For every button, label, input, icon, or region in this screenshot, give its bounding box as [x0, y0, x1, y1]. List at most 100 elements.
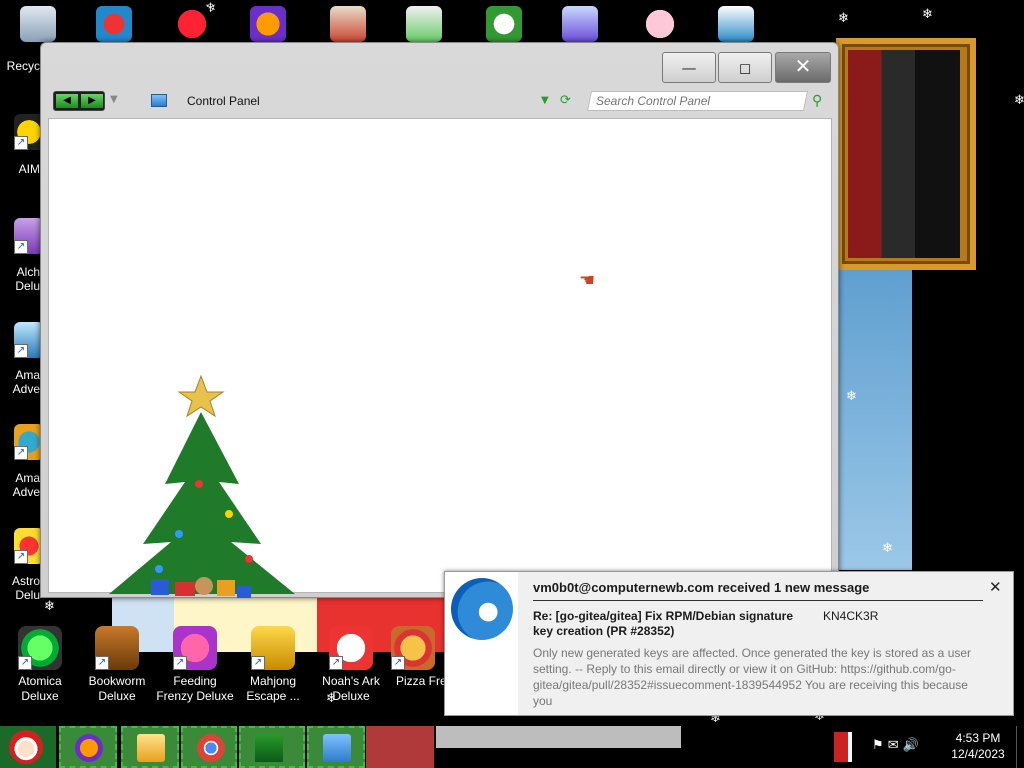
tray-flag-icon[interactable]	[834, 732, 852, 762]
nav-buttons: ◀ ▶	[53, 91, 105, 111]
desktop-icon-label: Alch	[16, 265, 40, 279]
taskbar-chrome[interactable]	[181, 726, 237, 768]
notepad-icon[interactable]	[406, 6, 442, 42]
noahs-ark-icon: ↗	[329, 626, 373, 670]
shortcut-arrow-icon: ↗	[329, 656, 343, 670]
message-subject[interactable]: Re: [go-gitea/gitea] Fix RPM/Debian sign…	[533, 609, 803, 639]
desktop-icon-label: Ama	[15, 368, 40, 382]
shrine-icon[interactable]	[330, 6, 366, 42]
taskbar-control-panel[interactable]	[307, 726, 365, 768]
desktop-icon-label: Pizza Fren	[396, 674, 446, 688]
christmas-tree-image	[109, 374, 295, 598]
firefox-icon	[75, 734, 103, 762]
address-bar-location[interactable]: Control Panel	[187, 94, 260, 108]
desktop-icon-pizza-frenzy[interactable]: ↗ Pizza Fren	[380, 626, 446, 689]
taskbar-app-bar[interactable]	[436, 726, 681, 748]
forward-button[interactable]: ▶	[81, 94, 103, 108]
photo-image	[848, 50, 960, 258]
santa-start-icon	[9, 730, 43, 764]
control-panel-icon	[151, 94, 167, 107]
taskbar: ⚑ ✉ 🔊 4:53 PM 12/4/2023	[0, 726, 1024, 768]
taskbar-christmas-tree[interactable]	[239, 726, 305, 768]
snowflake: ❄	[882, 541, 893, 556]
desktop-icon-feeding-frenzy[interactable]: ↗ Feeding Frenzy Deluxe	[155, 626, 235, 704]
desktop-icon-label: Delu	[15, 588, 40, 602]
app-icon-1[interactable]	[96, 6, 132, 42]
desktop-icon-bookworm[interactable]: ↗ Bookworm Deluxe	[77, 626, 157, 704]
desktop-icon-mahjong-escape[interactable]: ↗ Mahjong Escape ...	[233, 626, 313, 704]
minimize-icon: —	[681, 59, 697, 77]
search-input[interactable]	[596, 93, 796, 109]
taskbar-firefox[interactable]	[59, 726, 117, 768]
message-preview: Only new generated keys are affected. On…	[533, 646, 972, 708]
desktop-icon-label: Adve	[12, 485, 40, 499]
feeding-frenzy-icon: ↗	[173, 626, 217, 670]
window-icon[interactable]	[718, 6, 754, 42]
shortcut-arrow-icon: ↗	[14, 240, 28, 254]
maximize-icon: ◻	[738, 59, 752, 77]
minimize-button[interactable]: —	[662, 52, 716, 83]
firefox-icon[interactable]	[250, 6, 286, 42]
pizza-frenzy-icon: ↗	[391, 626, 435, 670]
desktop-icon-label: Atomica Deluxe	[18, 674, 62, 703]
recent-pages-dropdown-icon[interactable]: ▼	[110, 94, 118, 105]
snowflake: ❄	[1014, 93, 1024, 108]
desktop-icon-label: Noah's Ark Deluxe	[322, 674, 380, 703]
control-panel-window[interactable]: — ◻ ✕ ◀ ▶ ▼ Control Panel ▼ ⟳ ⚲	[40, 42, 839, 598]
shortcut-arrow-icon: ↗	[251, 656, 265, 670]
tree-ornament	[175, 530, 183, 538]
shortcut-arrow-icon: ↗	[95, 656, 109, 670]
mahjong-escape-icon: ↗	[251, 626, 295, 670]
control-panel-icon	[323, 734, 351, 762]
search-box[interactable]	[586, 91, 809, 111]
refresh-icon[interactable]: ⟳	[560, 93, 571, 108]
shortcut-arrow-icon: ↗	[14, 550, 28, 564]
shortcut-arrow-icon: ↗	[173, 656, 187, 670]
clock-time[interactable]: 4:53 PM	[945, 731, 1011, 745]
notification-divider	[533, 600, 983, 601]
cocktail-icon[interactable]	[562, 6, 598, 42]
notification-icon-area	[445, 572, 518, 715]
tree-icon	[255, 734, 283, 762]
tree-body	[109, 412, 295, 594]
app-icon-2[interactable]	[174, 6, 210, 42]
close-icon: ✕	[794, 54, 812, 78]
desktop-icon-label: Bookworm Deluxe	[88, 674, 146, 703]
start-button[interactable]	[0, 726, 56, 768]
close-button[interactable]: ✕	[775, 52, 831, 83]
flowers-icon[interactable]	[486, 6, 522, 42]
mail-notification[interactable]: vm0b0t@computernewb.com received 1 new m…	[444, 571, 1014, 716]
chrome-icon	[197, 734, 225, 762]
bookworm-icon: ↗	[95, 626, 139, 670]
blossom-icon[interactable]	[642, 6, 678, 42]
taskbar-file-explorer[interactable]	[121, 726, 179, 768]
desktop-icon-label: Recyc	[6, 59, 40, 73]
notification-close-button[interactable]: ✕	[989, 578, 1002, 596]
clock-date[interactable]: 12/4/2023	[945, 747, 1011, 761]
winter-wallpaper: ❄ ❄	[838, 270, 912, 570]
shortcut-arrow-icon: ↗	[14, 136, 28, 150]
snowflake: ❄	[922, 7, 933, 22]
desktop-icon-label: Mahjong Escape ...	[246, 674, 300, 703]
desktop-icon-noahs-ark[interactable]: ↗ Noah's Ark Deluxe	[311, 626, 391, 704]
taskbar-app[interactable]	[366, 726, 434, 768]
desktop-icon-label: Astro	[11, 574, 40, 588]
shortcut-arrow-icon: ↗	[391, 656, 405, 670]
gift-box	[217, 580, 235, 596]
tree-ornament	[245, 555, 253, 563]
recycle-bin-icon[interactable]	[20, 6, 56, 42]
desktop-icon-label: Delu	[15, 279, 40, 293]
back-button[interactable]: ◀	[56, 94, 78, 108]
show-desktop-button[interactable]	[1016, 726, 1024, 768]
message-sender: KN4CK3R	[823, 609, 879, 623]
notification-title: vm0b0t@computernewb.com received 1 new m…	[533, 580, 870, 595]
system-tray[interactable]: ⚑ ✉ 🔊	[872, 738, 942, 758]
tree-ornament	[195, 480, 203, 488]
search-icon[interactable]: ⚲	[812, 93, 822, 109]
maximize-button[interactable]: ◻	[718, 52, 772, 83]
control-panel-content-area[interactable]	[48, 118, 832, 598]
address-dropdown-icon[interactable]: ▼	[541, 95, 549, 106]
gift-box	[237, 586, 251, 598]
desktop-icon-atomica[interactable]: ↗ Atomica Deluxe	[0, 626, 80, 704]
atomica-icon: ↗	[18, 626, 62, 670]
